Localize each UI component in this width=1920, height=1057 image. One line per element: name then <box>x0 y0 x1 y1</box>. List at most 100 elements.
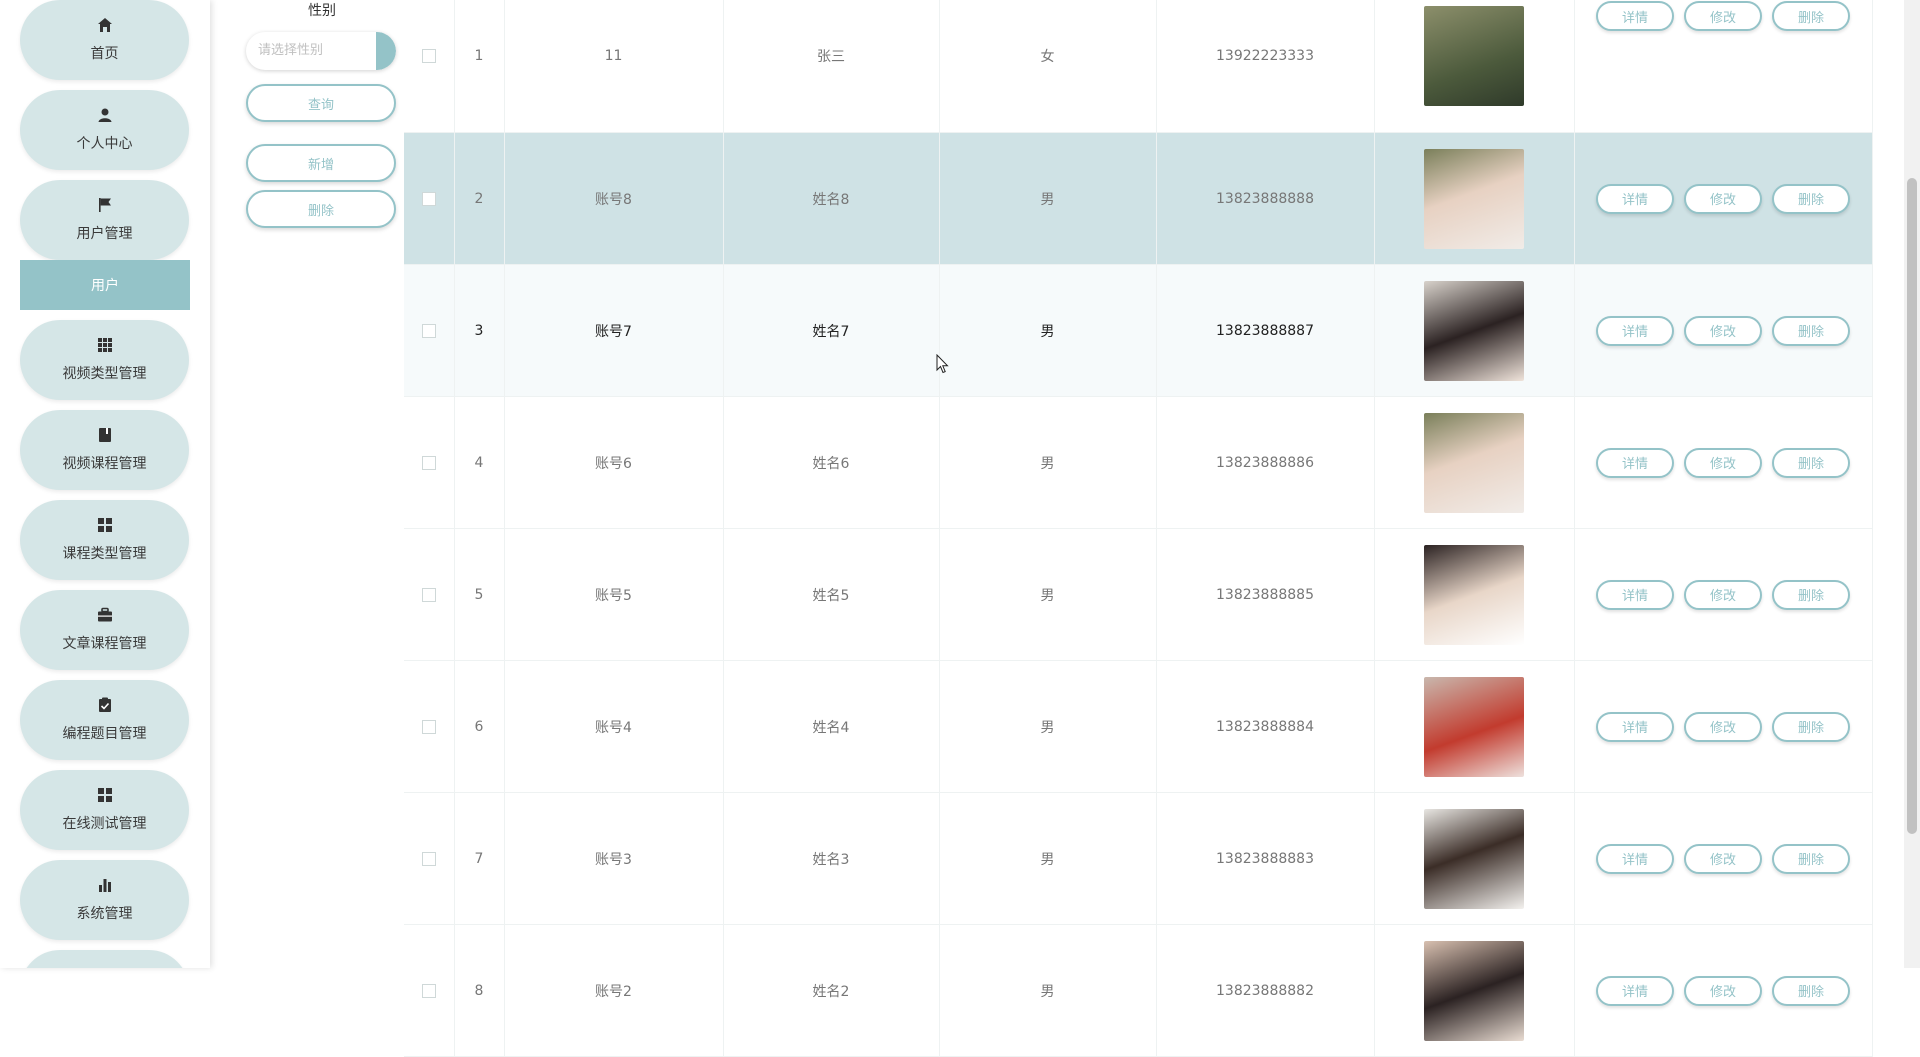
checkbox-cell[interactable] <box>404 660 455 793</box>
table-row[interactable]: 2 账号8 姓名8 男 13823888888 详情 修改 删除 <box>404 132 1873 265</box>
batch-delete-button-label: 删除 <box>307 203 334 219</box>
nav-item-video-course-management[interactable]: 视频课程管理 <box>20 410 189 490</box>
phone-cell: 13823888882 <box>1156 924 1375 1057</box>
vertical-scrollbar[interactable] <box>1904 0 1920 968</box>
delete-button[interactable]: 删除 <box>1772 315 1850 346</box>
checkbox-cell[interactable] <box>404 528 455 661</box>
row-checkbox[interactable] <box>421 719 436 734</box>
delete-button[interactable]: 删除 <box>1772 447 1850 478</box>
row-checkbox[interactable] <box>421 48 436 63</box>
checkbox-cell[interactable] <box>404 792 455 925</box>
delete-button[interactable]: 删除 <box>1772 975 1850 1006</box>
row-checkbox[interactable] <box>421 587 436 602</box>
avatar-cell <box>1374 924 1575 1057</box>
edit-button[interactable]: 修改 <box>1684 315 1762 346</box>
mouse-cursor-icon <box>936 354 949 374</box>
nav-item-programming-question-management[interactable]: 编程题目管理 <box>20 680 189 760</box>
gender-cell: 女 <box>939 0 1157 133</box>
actions-cell: 详情 修改 删除 <box>1574 132 1873 265</box>
table-row[interactable]: 6 账号4 姓名4 男 13823888884 详情 修改 删除 <box>404 660 1873 793</box>
gender-cell: 男 <box>939 132 1157 265</box>
gender-cell: 男 <box>939 660 1157 793</box>
nav-item-label: 视频课程管理 <box>62 456 147 472</box>
row-checkbox[interactable] <box>421 191 436 206</box>
query-button[interactable]: 查询 <box>246 84 396 122</box>
checkbox-cell[interactable] <box>404 0 455 133</box>
home-icon <box>97 18 112 32</box>
flag-icon <box>98 198 111 212</box>
edit-button[interactable]: 修改 <box>1684 975 1762 1006</box>
sub-item-label: 用户 <box>91 278 119 294</box>
detail-button[interactable]: 详情 <box>1596 579 1674 610</box>
detail-button[interactable]: 详情 <box>1596 447 1674 478</box>
name-cell: 张三 <box>723 0 940 133</box>
table-row[interactable]: 5 账号5 姓名5 男 13823888885 详情 修改 删除 <box>404 528 1873 661</box>
nav-item-home[interactable]: 首页 <box>20 0 189 80</box>
table-row[interactable]: 7 账号3 姓名3 男 13823888883 详情 修改 删除 <box>404 792 1873 925</box>
gender-select[interactable]: 请选择性别 <box>246 32 396 70</box>
account-cell: 账号3 <box>504 792 724 925</box>
nav-item-user-management[interactable]: 用户管理 <box>20 180 189 260</box>
index-cell: 7 <box>454 792 505 925</box>
gender-cell: 男 <box>939 264 1157 397</box>
book-icon <box>98 428 111 442</box>
edit-button[interactable]: 修改 <box>1684 1 1762 31</box>
table-row[interactable]: 1 11 张三 女 13922223333 详情 修改 删除 <box>404 0 1873 133</box>
nav-item-article-course-management[interactable]: 文章课程管理 <box>20 590 189 670</box>
checkbox-cell[interactable] <box>404 264 455 397</box>
add-button[interactable]: 新增 <box>246 144 396 182</box>
edit-button[interactable]: 修改 <box>1684 447 1762 478</box>
batch-delete-button[interactable]: 删除 <box>246 190 396 228</box>
row-checkbox[interactable] <box>421 323 436 338</box>
avatar-cell <box>1374 792 1575 925</box>
avatar-cell <box>1374 660 1575 793</box>
index-cell: 2 <box>454 132 505 265</box>
nav-item-partial[interactable] <box>20 950 189 968</box>
index-cell: 3 <box>454 264 505 397</box>
actions-cell: 详情 修改 删除 <box>1574 264 1873 397</box>
detail-button[interactable]: 详情 <box>1596 711 1674 742</box>
detail-button[interactable]: 详情 <box>1596 975 1674 1006</box>
briefcase-icon <box>97 607 112 622</box>
detail-button[interactable]: 详情 <box>1596 183 1674 214</box>
nav-item-online-test-management[interactable]: 在线测试管理 <box>20 770 189 850</box>
nav-item-label: 文章课程管理 <box>62 636 147 652</box>
row-checkbox[interactable] <box>421 455 436 470</box>
checkbox-cell[interactable] <box>404 924 455 1057</box>
delete-button[interactable]: 删除 <box>1772 843 1850 874</box>
nav-item-personal-center[interactable]: 个人中心 <box>20 90 189 170</box>
table-row[interactable]: 3 账号7 姓名7 男 13823888887 详情 修改 删除 <box>404 264 1873 397</box>
table-row[interactable]: 4 账号6 姓名6 男 13823888886 详情 修改 删除 <box>404 396 1873 529</box>
nav-item-label: 系统管理 <box>76 906 133 922</box>
nav-item-course-type-management[interactable]: 课程类型管理 <box>20 500 189 580</box>
select-arrow-icon <box>376 32 396 70</box>
detail-button[interactable]: 详情 <box>1596 843 1674 874</box>
table-row[interactable]: 8 账号2 姓名2 男 13823888882 详情 修改 删除 <box>404 924 1873 1057</box>
search-panel: 性别 请选择性别 查询 新增 删除 <box>240 0 400 240</box>
gender-select-placeholder: 请选择性别 <box>258 43 324 58</box>
edit-button[interactable]: 修改 <box>1684 711 1762 742</box>
delete-button[interactable]: 删除 <box>1772 579 1850 610</box>
delete-button[interactable]: 删除 <box>1772 711 1850 742</box>
sub-item-users[interactable]: 用户 <box>20 260 190 310</box>
edit-button[interactable]: 修改 <box>1684 183 1762 214</box>
checkbox-cell[interactable] <box>404 396 455 529</box>
row-checkbox[interactable] <box>421 983 436 998</box>
delete-button[interactable]: 删除 <box>1772 1 1850 31</box>
user-icon <box>98 108 111 122</box>
delete-button[interactable]: 删除 <box>1772 183 1850 214</box>
detail-button[interactable]: 详情 <box>1596 315 1674 346</box>
scrollbar-thumb[interactable] <box>1907 178 1917 834</box>
nav-item-system-management[interactable]: 系统管理 <box>20 860 189 940</box>
checkbox-cell[interactable] <box>404 132 455 265</box>
avatar-cell <box>1374 132 1575 265</box>
name-cell: 姓名2 <box>723 924 940 1057</box>
add-button-label: 新增 <box>307 157 334 173</box>
edit-button[interactable]: 修改 <box>1684 843 1762 874</box>
gender-label: 性别 <box>308 3 336 19</box>
row-checkbox[interactable] <box>421 851 436 866</box>
name-cell: 姓名3 <box>723 792 940 925</box>
edit-button[interactable]: 修改 <box>1684 579 1762 610</box>
detail-button[interactable]: 详情 <box>1596 1 1674 31</box>
nav-item-video-type-management[interactable]: 视频类型管理 <box>20 320 189 400</box>
